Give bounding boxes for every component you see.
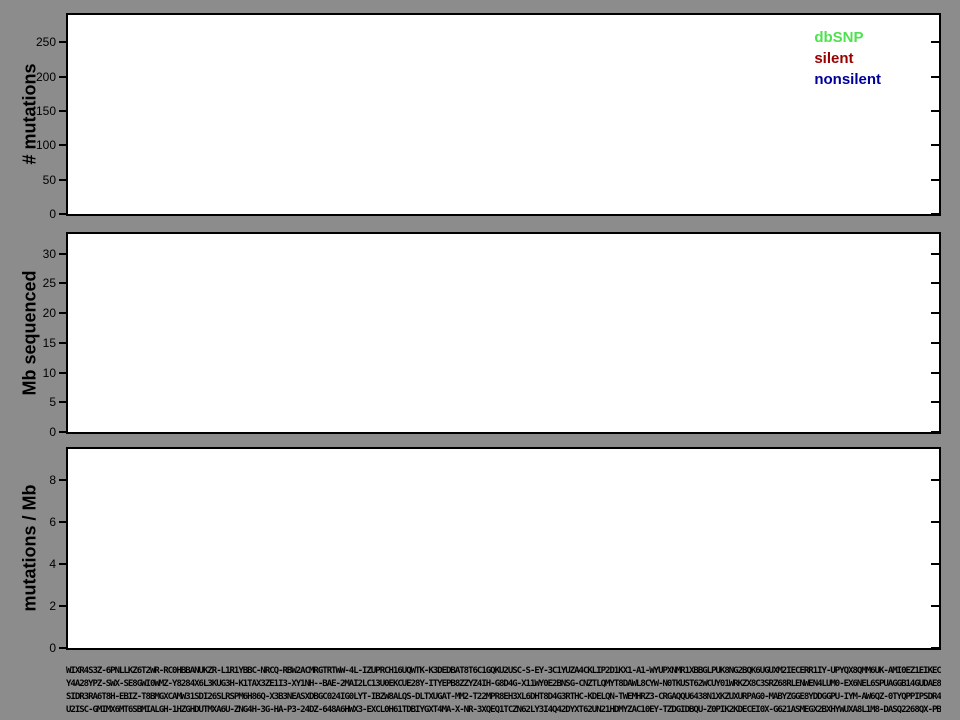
y-tick-mark [931, 282, 939, 284]
y-tick-mark [59, 179, 67, 181]
y-tick-mark [931, 253, 939, 255]
y-tick-label: 50 [18, 173, 56, 187]
panel-mutations: 050100150200250 dbSNP silent nonsilent [66, 13, 941, 216]
y-tick-mark [931, 647, 939, 649]
y-tick-mark [931, 401, 939, 403]
y-tick-mark [59, 431, 67, 433]
y-tick-label: 2 [18, 599, 56, 613]
y-tick-mark [59, 76, 67, 78]
y-tick-mark [59, 563, 67, 565]
y-tick-mark [59, 521, 67, 523]
y-tick-mark [931, 372, 939, 374]
legend: dbSNP silent nonsilent [814, 27, 881, 90]
y-tick-mark [931, 76, 939, 78]
y-tick-mark [59, 647, 67, 649]
y-tick-label: 0 [18, 641, 56, 655]
legend-item-dbsnp: dbSNP [814, 27, 881, 48]
mutation-rate-bars [68, 449, 939, 648]
legend-item-silent: silent [814, 48, 881, 69]
y-tick-mark [931, 110, 939, 112]
x-tick-labels-illegible: WIXR4S3Z-6PNLLKZ6T2WR-RC0HBBANUKZR-L1R1Y… [66, 666, 941, 716]
legend-item-nonsilent: nonsilent [814, 69, 881, 90]
x-label-row: U2ISC-GMIMX6MT6SBMIALGH-1HZGHDUTMXA6U-ZN… [66, 705, 941, 716]
y-tick-label: 10 [18, 366, 56, 380]
y-tick-label: 25 [18, 276, 56, 290]
y-tick-mark [59, 253, 67, 255]
x-label-row: Y4A28YPZ-SWX-SE8GWI0WMZ-Y8284X6L3KUG3H-K… [66, 679, 941, 690]
y-tick-mark [59, 342, 67, 344]
y-tick-label: 100 [18, 138, 56, 152]
y-tick-mark [59, 144, 67, 146]
y-tick-mark [931, 41, 939, 43]
y-axis-label-mutations-per-mb: mutations / Mb [20, 485, 41, 612]
y-tick-mark [59, 401, 67, 403]
y-tick-mark [931, 342, 939, 344]
y-tick-mark [59, 282, 67, 284]
y-tick-mark [59, 213, 67, 215]
mutations-bars [68, 15, 939, 214]
panel-mb-sequenced: 051015202530 [66, 232, 941, 434]
y-tick-mark [931, 605, 939, 607]
y-tick-label: 200 [18, 70, 56, 84]
y-tick-mark [59, 372, 67, 374]
x-label-row: WIXR4S3Z-6PNLLKZ6T2WR-RC0HBBANUKZR-L1R1Y… [66, 666, 941, 677]
y-tick-label: 30 [18, 247, 56, 261]
y-tick-label: 0 [18, 207, 56, 221]
y-tick-label: 4 [18, 557, 56, 571]
y-tick-mark [931, 144, 939, 146]
y-tick-label: 0 [18, 425, 56, 439]
figure-canvas: # mutations Mb sequenced mutations / Mb … [0, 0, 960, 720]
y-tick-mark [931, 179, 939, 181]
y-tick-label: 5 [18, 395, 56, 409]
y-tick-mark [59, 41, 67, 43]
y-tick-mark [59, 312, 67, 314]
y-tick-mark [931, 479, 939, 481]
y-tick-mark [931, 563, 939, 565]
mb-sequenced-bars [68, 234, 939, 432]
y-tick-label: 150 [18, 104, 56, 118]
panel-mutation-rate: 02468 [66, 447, 941, 650]
y-tick-mark [931, 431, 939, 433]
y-tick-label: 15 [18, 336, 56, 350]
y-tick-mark [59, 479, 67, 481]
y-tick-mark [931, 312, 939, 314]
y-tick-label: 20 [18, 306, 56, 320]
y-tick-label: 6 [18, 515, 56, 529]
y-tick-mark [931, 521, 939, 523]
y-tick-mark [59, 110, 67, 112]
y-tick-mark [59, 605, 67, 607]
x-label-row: SIDR3RA6T8H-EBIZ-T8BMGXCAMW31SDI26SLRSPM… [66, 692, 941, 703]
y-tick-mark [931, 213, 939, 215]
y-tick-label: 8 [18, 473, 56, 487]
y-tick-label: 250 [18, 35, 56, 49]
